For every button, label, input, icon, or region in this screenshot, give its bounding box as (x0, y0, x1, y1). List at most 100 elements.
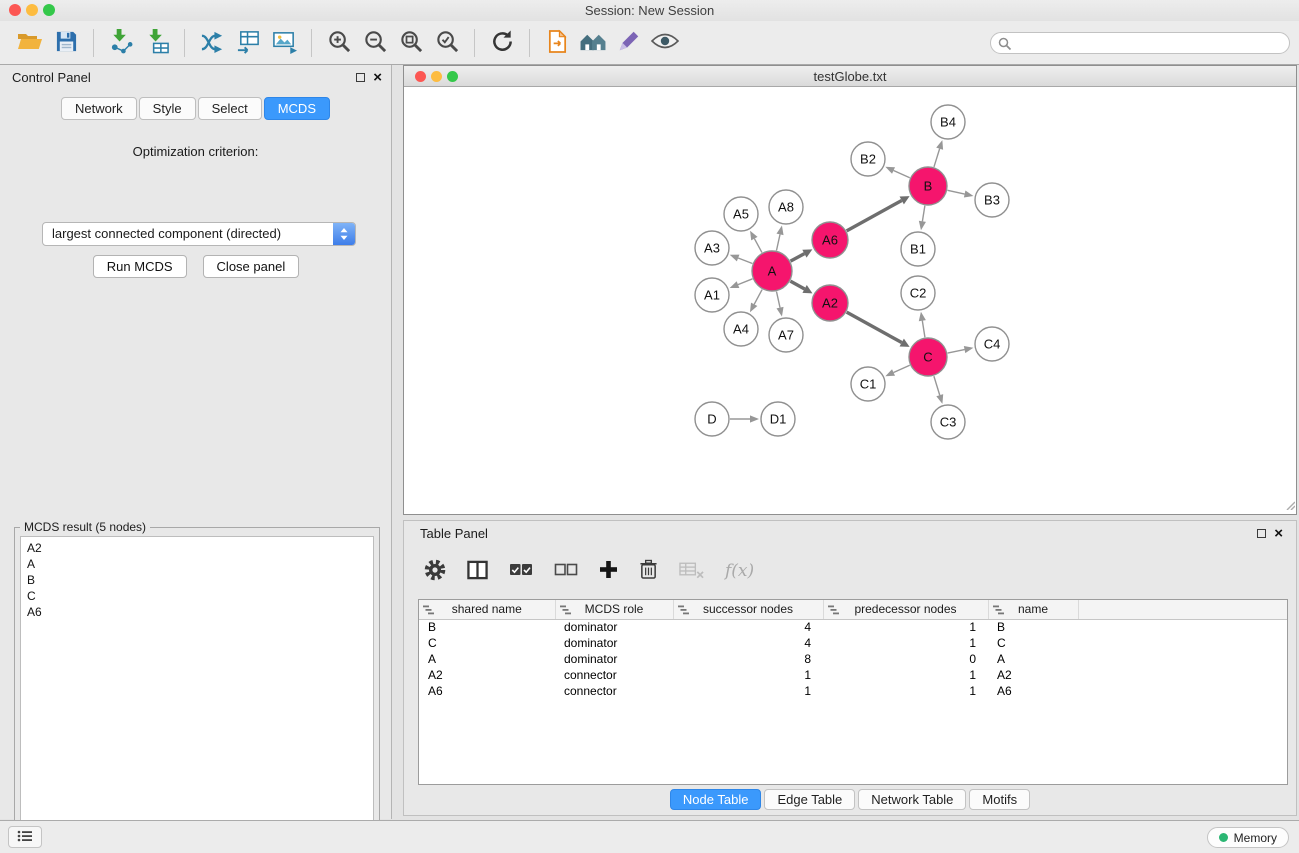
graph-edge-C-C4[interactable] (948, 350, 965, 353)
criterion-select[interactable]: largest connected component (directed) (42, 222, 356, 246)
table-row[interactable]: Bdominator41B (419, 619, 1287, 635)
table-row[interactable]: Adominator80A (419, 651, 1287, 667)
graph-edge-A-A8[interactable] (776, 234, 780, 250)
deselect-all-rows-button[interactable] (554, 563, 578, 580)
memory-button[interactable]: Memory (1207, 827, 1289, 848)
float-panel-icon[interactable] (356, 73, 365, 82)
zoom-traffic-light[interactable] (447, 71, 458, 82)
tab-network[interactable]: Network (61, 97, 137, 120)
minimize-traffic-light[interactable] (26, 4, 38, 16)
zoom-out-button[interactable] (357, 25, 393, 61)
search-field[interactable] (990, 32, 1290, 54)
tab-mcds[interactable]: MCDS (264, 97, 330, 120)
mcds-result-item[interactable]: A (27, 556, 367, 572)
open-recent-session-button[interactable] (539, 25, 575, 61)
mcds-result-item[interactable]: A6 (27, 604, 367, 620)
task-history-button[interactable] (8, 826, 42, 848)
delete-column-button[interactable] (639, 559, 658, 583)
zoom-fit-button[interactable] (393, 25, 429, 61)
zoom-traffic-light[interactable] (43, 4, 55, 16)
close-traffic-light[interactable] (415, 71, 426, 82)
tab-select[interactable]: Select (198, 97, 262, 120)
minimize-traffic-light[interactable] (431, 71, 442, 82)
resize-grip[interactable] (1284, 498, 1295, 513)
network-window-titlebar[interactable]: testGlobe.txt (404, 66, 1296, 87)
table-row[interactable]: A2connector11A2 (419, 667, 1287, 683)
delete-table-button[interactable] (679, 561, 704, 582)
graph-edge-A-A6[interactable] (791, 254, 805, 261)
column-header[interactable]: successor nodes (673, 600, 823, 619)
tab-style[interactable]: Style (139, 97, 196, 120)
refresh-button[interactable] (484, 25, 520, 61)
tab-node-table[interactable]: Node Table (670, 789, 762, 810)
search-icon (998, 37, 1012, 54)
column-header[interactable]: name (988, 600, 1078, 619)
graph-edge-A-A7[interactable] (776, 292, 780, 308)
graph-edge-A6-B[interactable] (847, 200, 902, 230)
graph-edge-A-A3[interactable] (738, 258, 752, 263)
graph-edge-A2-C[interactable] (847, 312, 902, 342)
graph-edge-B-B4[interactable] (934, 149, 940, 167)
table-arrow-icon (235, 29, 262, 57)
tab-edge-table[interactable]: Edge Table (764, 789, 855, 810)
graph-node-label: C1 (860, 377, 877, 392)
export-image-button[interactable] (266, 25, 302, 61)
run-mcds-button[interactable]: Run MCDS (93, 255, 187, 278)
toolbar-separator (474, 29, 475, 57)
home-view-button[interactable] (575, 25, 611, 61)
mcds-result-item[interactable]: A2 (27, 540, 367, 556)
table-row[interactable]: Cdominator41C (419, 635, 1287, 651)
zoom-in-button[interactable] (321, 25, 357, 61)
add-column-button[interactable] (599, 560, 618, 582)
graph-node-label: B1 (910, 242, 926, 257)
close-panel-button[interactable]: Close panel (203, 255, 300, 278)
graph-edge-C-C2[interactable] (922, 321, 925, 338)
save-session-button[interactable] (48, 25, 84, 61)
mcds-result-item[interactable]: B (27, 572, 367, 588)
column-header[interactable]: shared name (419, 600, 555, 619)
close-traffic-light[interactable] (9, 4, 21, 16)
table-settings-button[interactable] (424, 559, 446, 584)
show-columns-button[interactable] (467, 560, 488, 583)
graph-edge-B-B2[interactable] (894, 170, 910, 177)
column-header[interactable]: MCDS role (555, 600, 673, 619)
network-canvas[interactable]: B4B2BB3A8A5A6A3B1AC2A1A2A4A7C4CC1DD1C3 (404, 88, 1296, 514)
annotation-button[interactable] (611, 25, 647, 61)
new-network-button[interactable] (194, 25, 230, 61)
column-header[interactable]: predecessor nodes (823, 600, 988, 619)
arrowhead-icon (750, 303, 757, 313)
toolbar-separator (93, 29, 94, 57)
show-graphics-button[interactable] (647, 25, 683, 61)
import-table-button[interactable] (139, 25, 175, 61)
zoom-selected-button[interactable] (429, 25, 465, 61)
houses-icon (578, 30, 608, 56)
import-network-button[interactable] (103, 25, 139, 61)
tab-network-table[interactable]: Network Table (858, 789, 966, 810)
graph-edge-A-A5[interactable] (754, 239, 762, 253)
float-panel-icon[interactable] (1257, 529, 1266, 538)
open-session-button[interactable] (12, 25, 48, 61)
table-row[interactable]: A6connector11A6 (419, 683, 1287, 699)
arrowhead-icon (936, 140, 943, 150)
network-graph[interactable]: B4B2BB3A8A5A6A3B1AC2A1A2A4A7C4CC1DD1C3 (404, 88, 1296, 514)
graph-edge-B-B3[interactable] (948, 190, 965, 194)
graph-edge-C-C3[interactable] (934, 376, 940, 395)
import-table-icon (145, 28, 170, 57)
graph-edge-A-A1[interactable] (738, 279, 753, 285)
function-builder-button[interactable]: f(x) (725, 561, 754, 581)
search-input[interactable] (1017, 34, 1279, 52)
new-table-button[interactable] (230, 25, 266, 61)
select-all-rows-button[interactable] (509, 563, 533, 580)
mcds-result-list[interactable]: A2ABCA6 (20, 536, 374, 853)
graph-edge-B-B1[interactable] (922, 206, 924, 222)
graph-edge-C-C1[interactable] (894, 365, 910, 372)
graph-edge-A-A4[interactable] (754, 290, 762, 305)
graph-node-label: B2 (860, 152, 876, 167)
mcds-result-groupbox: MCDS result (5 nodes) A2ABCA6 (14, 527, 380, 853)
close-panel-icon[interactable]: × (373, 69, 382, 87)
mcds-result-item[interactable]: C (27, 588, 367, 604)
tab-motifs[interactable]: Motifs (969, 789, 1030, 810)
close-panel-icon[interactable]: × (1274, 525, 1283, 543)
main-toolbar (0, 21, 1299, 65)
graph-edge-A-A2[interactable] (790, 281, 804, 289)
